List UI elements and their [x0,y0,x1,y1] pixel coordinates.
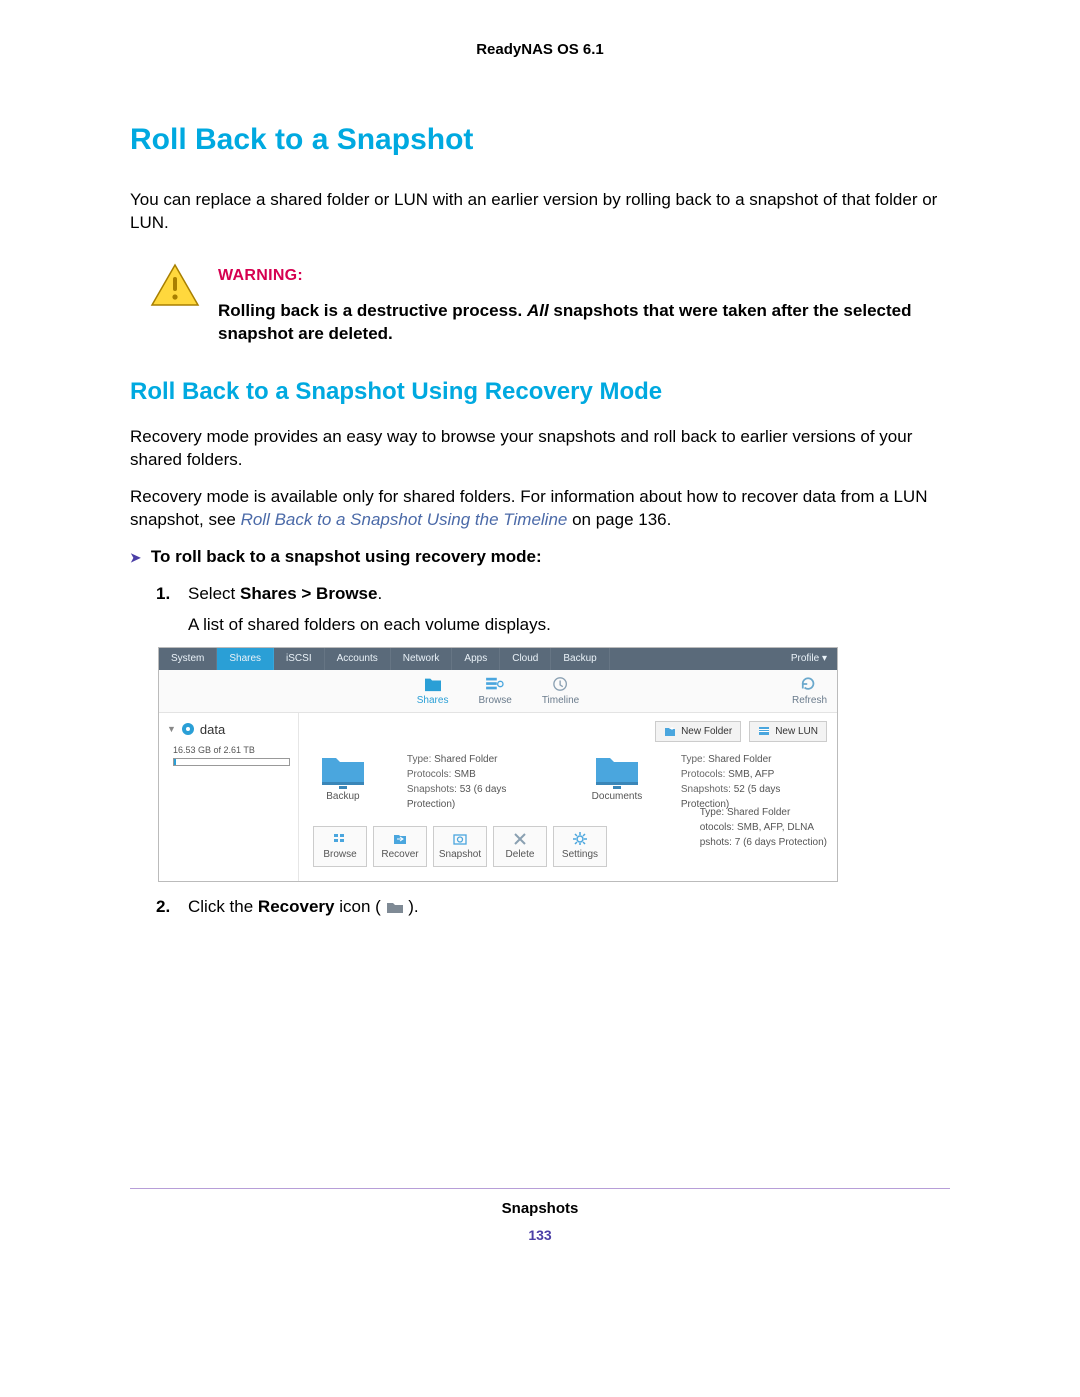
cross-reference-link[interactable]: Roll Back to a Snapshot Using the Timeli… [241,510,568,529]
chevron-down-icon: ▼ [167,723,176,735]
button-label: Snapshot [439,848,481,862]
triangle-icon: ➤ [130,549,141,567]
text: Select [188,584,240,603]
sidebar: ▼ data 16.53 GB of 2.61 TB [159,713,299,881]
text: icon ( [334,897,385,916]
text: ). [404,897,419,916]
storage-usage-text: 16.53 GB of 2.61 TB [173,744,290,756]
subnav-label: Shares [417,694,449,708]
footer-section: Snapshots [130,1199,950,1219]
text: . [377,584,382,603]
warning-text-pre: Rolling back is a destructive process. [218,301,527,320]
warning-block: WARNING: Rolling back is a destructive p… [130,263,950,346]
intro-paragraph: You can replace a shared folder or LUN w… [130,189,950,235]
refresh-icon [799,676,819,692]
subnav-label: Browse [478,694,511,708]
section-title: Roll Back to a Snapshot Using Recovery M… [130,376,950,408]
subnav-shares[interactable]: Shares [417,676,449,708]
folder-name: Documents [592,790,643,804]
button-label: Settings [562,848,598,862]
folder-icon [593,752,641,790]
toolbar-recover-button[interactable]: Recover [373,826,427,867]
warning-label: WARNING: [218,265,950,287]
subnav-timeline[interactable]: Timeline [542,676,579,708]
warning-text-em: All [527,301,549,320]
subnav-label: Refresh [792,694,827,708]
folder-icon [423,676,443,692]
delete-icon [512,831,528,845]
procedure-heading-text: To roll back to a snapshot using recover… [151,546,542,569]
browse-icon [485,676,505,692]
subnav-refresh[interactable]: Refresh [792,676,827,708]
nav-shares[interactable]: Shares [217,648,274,670]
folder-tile-backup[interactable]: Backup [309,752,377,804]
recover-icon [392,831,408,845]
folder-plus-icon [664,725,676,737]
volume-name: data [200,721,225,739]
step-1-subtext: A list of shared folders on each volume … [130,614,950,637]
warning-icon [150,263,200,315]
footer-page-number: 133 [130,1226,950,1245]
folder-meta-backup: Type: Shared Folder Protocols: SMB Snaps… [407,752,553,812]
folder-meta-partial: Type: Shared Folder otocols: SMB, AFP, D… [700,805,827,850]
toolbar-browse-button[interactable]: Browse [313,826,367,867]
folder-name: Backup [326,790,359,804]
new-folder-button[interactable]: New Folder [655,721,741,743]
nav-accounts[interactable]: Accounts [325,648,391,670]
disk-icon [181,722,195,736]
step-1: 1. Select Shares > Browse. [130,583,950,606]
gear-icon [572,831,588,845]
volume-row[interactable]: ▼ data [167,721,290,739]
button-label: Delete [506,848,535,862]
nav-cloud[interactable]: Cloud [500,648,551,670]
nav-apps[interactable]: Apps [452,648,500,670]
storage-usage-bar [173,758,290,766]
nav-iscsi[interactable]: iSCSI [274,648,325,670]
procedure-heading: ➤ To roll back to a snapshot using recov… [130,546,950,569]
snapshot-icon [452,831,468,845]
step-2: 2. Click the Recovery icon ( ). [130,896,950,919]
subnav-label: Timeline [542,694,579,708]
folder-icon [319,752,367,790]
folder-tile-documents[interactable]: Documents [583,752,651,804]
new-lun-button[interactable]: New LUN [749,721,827,743]
paragraph: Recovery mode is available only for shar… [130,486,950,532]
toolbar-settings-button[interactable]: Settings [553,826,607,867]
text-bold: Shares > Browse [240,584,378,603]
step-number: 2. [156,896,178,919]
button-label: Browse [323,848,356,862]
clock-icon [551,676,571,692]
step-number: 1. [156,583,178,606]
warning-text: Rolling back is a destructive process. A… [218,300,950,346]
button-label: Recover [381,848,418,862]
subnav-browse[interactable]: Browse [478,676,511,708]
toolbar-snapshot-button[interactable]: Snapshot [433,826,487,867]
app-screenshot: System Shares iSCSI Accounts Network App… [158,647,838,882]
text: Click the [188,897,258,916]
page-title: Roll Back to a Snapshot [130,120,950,161]
text: on page 136. [567,510,671,529]
profile-menu[interactable]: Profile ▾ [781,648,837,670]
nav-network[interactable]: Network [391,648,453,670]
document-header: ReadyNAS OS 6.1 [130,40,950,60]
nav-backup[interactable]: Backup [551,648,609,670]
browse-icon [332,831,348,845]
text-bold: Recovery [258,897,335,916]
nav-system[interactable]: System [159,648,217,670]
button-label: New LUN [775,725,818,739]
button-label: New Folder [681,725,732,739]
folder-meta-documents: Type: Shared Folder Protocols: SMB, AFP … [681,752,827,812]
paragraph: Recovery mode provides an easy way to br… [130,426,950,472]
recovery-inline-icon [386,898,404,912]
lun-icon [758,725,770,737]
toolbar-delete-button[interactable]: Delete [493,826,547,867]
